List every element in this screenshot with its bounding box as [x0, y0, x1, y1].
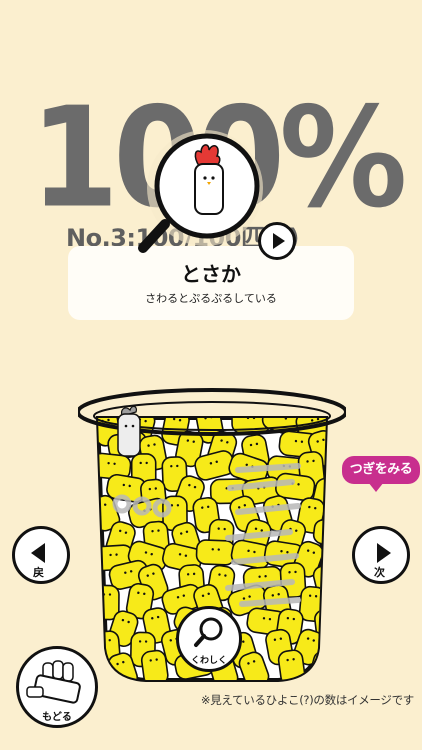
prev-label: 戻 — [33, 566, 44, 579]
next-hint-bubble: つぎをみる — [342, 456, 420, 484]
bubble-tail — [368, 482, 384, 492]
detail-label: くわしく — [190, 656, 227, 666]
next-label: 次 — [374, 566, 385, 579]
play-button[interactable] — [258, 222, 296, 260]
character-description: さわるとぷるぷるしている — [145, 292, 277, 305]
back-label: もどる — [42, 712, 72, 723]
play-icon — [273, 233, 285, 249]
footnote: ※見えているひよこ(?)の数はイメージです — [200, 693, 414, 707]
